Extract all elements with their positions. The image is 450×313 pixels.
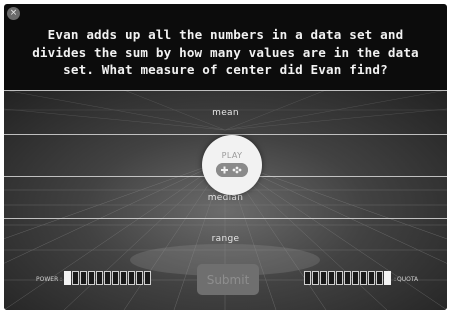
meter-segment [336, 271, 343, 285]
power-meter [64, 271, 151, 285]
meter-segment [304, 271, 311, 285]
answer-option-range[interactable]: range [4, 220, 447, 258]
submit-button[interactable]: Submit [197, 264, 259, 295]
meter-segment [376, 271, 383, 285]
quota-label: QUOTA [397, 276, 419, 283]
bottom-bar: POWER : Submit : QUOTA [4, 264, 447, 300]
meter-segment [368, 271, 375, 285]
answer-option-mean[interactable]: mean [4, 94, 447, 132]
question-line: Evan adds up all the numbers in a data s… [47, 27, 404, 42]
game-window: × Evan adds up all the numbers in a data… [4, 4, 447, 310]
power-colon: : [60, 276, 63, 283]
meter-segment [96, 271, 103, 285]
answer-label: median [207, 193, 244, 203]
meter-segment [64, 271, 71, 285]
meter-segment [136, 271, 143, 285]
answer-label: range [211, 234, 240, 244]
question-line: set. What measure of center did Evan fin… [63, 62, 388, 77]
meter-segment [88, 271, 95, 285]
question-text: Evan adds up all the numbers in a data s… [14, 26, 437, 79]
power-label: POWER [36, 276, 59, 283]
quota-colon: : [394, 276, 397, 283]
meter-segment [72, 271, 79, 285]
meter-segment [352, 271, 359, 285]
gamepad-icon [216, 163, 248, 177]
quota-meter [304, 271, 391, 285]
meter-segment [104, 271, 111, 285]
meter-segment [384, 271, 391, 285]
close-icon[interactable]: × [7, 7, 20, 20]
meter-segment [328, 271, 335, 285]
question-line: divides the sum by how many values are i… [32, 44, 419, 60]
meter-segment [320, 271, 327, 285]
meter-segment [80, 271, 87, 285]
meter-segment [112, 271, 119, 285]
answer-divider [4, 218, 447, 219]
meter-segment [344, 271, 351, 285]
meter-segment [312, 271, 319, 285]
answer-divider [4, 90, 447, 91]
meter-segment [144, 271, 151, 285]
play-label: PLAY [221, 151, 243, 160]
meter-segment [120, 271, 127, 285]
play-button[interactable]: PLAY [202, 135, 262, 195]
meter-segment [360, 271, 367, 285]
meter-segment [128, 271, 135, 285]
answer-label: mean [212, 108, 239, 118]
